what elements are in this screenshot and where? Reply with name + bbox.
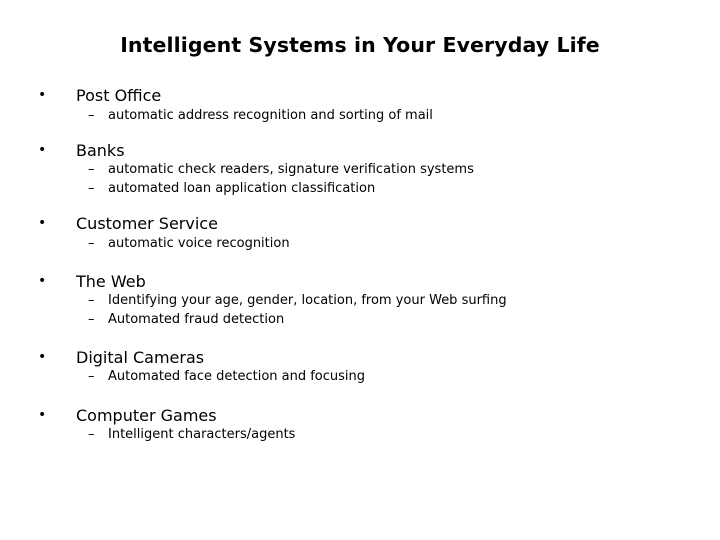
dash-icon: – bbox=[88, 162, 95, 177]
item-heading: Computer Games bbox=[76, 406, 217, 425]
dash-icon: – bbox=[88, 293, 95, 308]
sub-item: Automated face detection and focusing bbox=[108, 369, 366, 384]
bullet-icon: • bbox=[38, 215, 47, 231]
item-heading: Digital Cameras bbox=[76, 348, 205, 367]
sub-item: automatic voice recognition bbox=[108, 236, 290, 251]
sub-item: Intelligent characters/agents bbox=[108, 427, 296, 442]
dash-icon: – bbox=[88, 427, 95, 442]
sub-item: automatic address recognition and sortin… bbox=[108, 108, 433, 123]
item-heading: Post Office bbox=[76, 86, 162, 105]
sub-item: Automated fraud detection bbox=[108, 312, 285, 327]
dash-icon: – bbox=[88, 181, 95, 196]
item-heading: Customer Service bbox=[76, 214, 218, 233]
sub-item: automatic check readers, signature verif… bbox=[108, 162, 474, 177]
bullet-icon: • bbox=[38, 273, 47, 289]
bullet-icon: • bbox=[38, 87, 47, 103]
dash-icon: – bbox=[88, 108, 95, 123]
slide-title: Intelligent Systems in Your Everyday Lif… bbox=[120, 33, 600, 57]
bullet-icon: • bbox=[38, 142, 47, 158]
sub-item: Identifying your age, gender, location, … bbox=[108, 293, 507, 308]
dash-icon: – bbox=[88, 369, 95, 384]
item-heading: The Web bbox=[76, 272, 146, 291]
sub-item: automated loan application classificatio… bbox=[108, 181, 376, 196]
bullet-icon: • bbox=[38, 349, 47, 365]
item-heading: Banks bbox=[76, 141, 125, 160]
dash-icon: – bbox=[88, 236, 95, 251]
dash-icon: – bbox=[88, 312, 95, 327]
bullet-icon: • bbox=[38, 407, 47, 423]
